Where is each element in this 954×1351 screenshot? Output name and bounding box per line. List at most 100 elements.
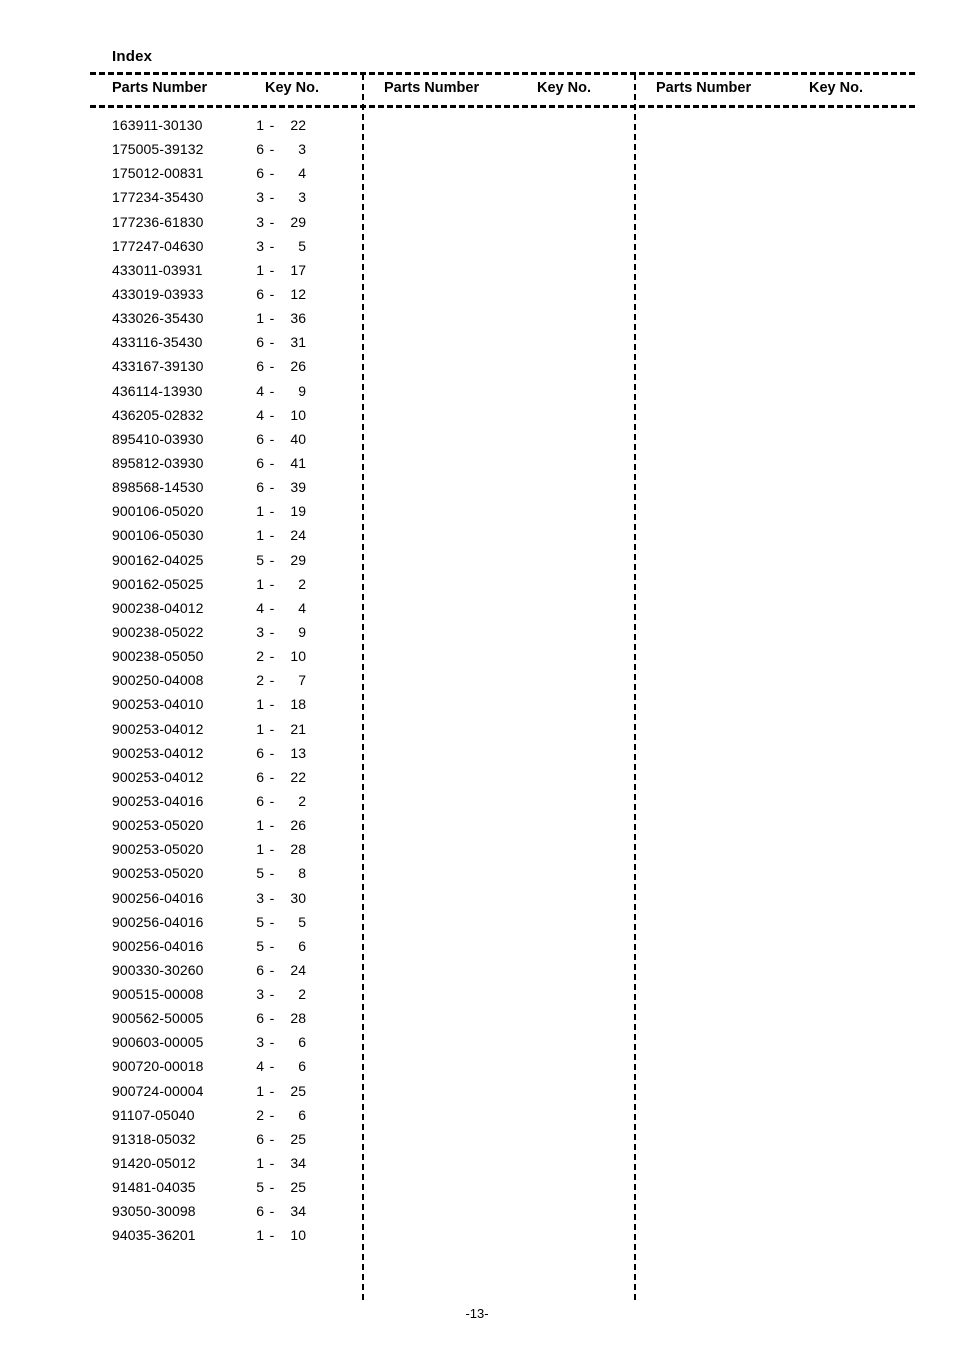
key-figure-number: 6 xyxy=(256,1203,264,1220)
key-figure-number: 6 xyxy=(256,792,264,809)
index-row: 177236-61830 3-29 xyxy=(90,214,362,238)
parts-number-value: 175012-00831 xyxy=(112,165,204,182)
key-no-value: 4-4 xyxy=(250,600,322,616)
column-1-parts-number-header: Parts Number xyxy=(112,80,208,96)
parts-number-value: 177247-04630 xyxy=(112,237,204,254)
key-separator-dash: - xyxy=(269,454,275,471)
key-no-value: 6-12 xyxy=(250,286,322,302)
key-no-value: 1-28 xyxy=(250,841,322,857)
key-separator-dash: - xyxy=(269,817,275,834)
key-item-number: 29 xyxy=(290,551,306,568)
column-divider-1 xyxy=(362,74,364,1300)
key-no-value: 2-10 xyxy=(250,648,322,664)
key-item-number: 10 xyxy=(290,648,306,665)
key-no-value: 5-29 xyxy=(250,552,322,568)
key-no-value: 1-17 xyxy=(250,262,322,278)
key-figure-number: 3 xyxy=(256,889,264,906)
key-no-value: 6-31 xyxy=(250,334,322,350)
key-item-number: 24 xyxy=(290,961,306,978)
key-separator-dash: - xyxy=(269,768,275,785)
page-number-footer: -13- xyxy=(465,1306,489,1321)
key-separator-dash: - xyxy=(269,430,275,447)
index-row: 900253-04010 1-18 xyxy=(90,696,362,720)
key-figure-number: 6 xyxy=(256,1010,264,1027)
key-separator-dash: - xyxy=(269,406,275,423)
key-separator-dash: - xyxy=(269,1058,275,1075)
key-item-number: 3 xyxy=(298,141,306,158)
key-separator-dash: - xyxy=(269,696,275,713)
key-separator-dash: - xyxy=(269,551,275,568)
column-3-parts-number-header: Parts Number xyxy=(656,80,752,96)
key-no-value: 3- 9 xyxy=(250,624,322,640)
key-figure-number: 2 xyxy=(256,1106,264,1123)
key-no-value: 6-39 xyxy=(250,479,322,495)
key-no-value: 1-22 xyxy=(250,117,322,133)
key-figure-number: 6 xyxy=(256,358,264,375)
parts-number-value: 900162-05025 xyxy=(112,575,204,592)
index-row: 900162-05025 1- 2 xyxy=(90,576,362,600)
key-figure-number: 1 xyxy=(256,1227,264,1244)
key-no-value: 4- 6 xyxy=(250,1058,322,1074)
column-divider-2 xyxy=(634,74,636,1300)
key-separator-dash: - xyxy=(269,503,275,520)
index-row: 177234-35430 3-3 xyxy=(90,189,362,213)
index-row: 900253-05020 5- 8 xyxy=(90,865,362,889)
key-figure-number: 4 xyxy=(256,599,264,616)
key-no-value: 1-21 xyxy=(250,721,322,737)
index-row: 900562-50005 6-28 xyxy=(90,1010,362,1034)
index-row: 93050-30098 6-34 xyxy=(90,1203,362,1227)
key-figure-number: 6 xyxy=(256,165,264,182)
parts-number-value: 900603-00005 xyxy=(112,1034,204,1051)
key-item-number: 22 xyxy=(290,117,306,133)
key-no-value: 1-26 xyxy=(250,817,322,833)
key-figure-number: 6 xyxy=(256,961,264,978)
key-figure-number: 1 xyxy=(256,1155,264,1172)
index-row: 898568-14530 6-39 xyxy=(90,479,362,503)
parts-number-value: 436114-13930 xyxy=(112,382,203,399)
key-figure-number: 5 xyxy=(256,913,264,930)
key-figure-number: 2 xyxy=(256,648,264,665)
key-no-value: 6- 4 xyxy=(250,165,322,181)
key-no-value: 5- 8 xyxy=(250,865,322,881)
parts-number-value: 900238-04012 xyxy=(112,599,204,616)
key-separator-dash: - xyxy=(269,334,275,351)
key-figure-number: 1 xyxy=(256,841,264,858)
key-no-value: 5-5 xyxy=(250,914,322,930)
key-separator-dash: - xyxy=(269,1082,275,1099)
key-item-number: 4 xyxy=(298,599,306,616)
index-row: 175012-00831 6- 4 xyxy=(90,165,362,189)
parts-number-value: 93050-30098 xyxy=(112,1203,196,1220)
key-item-number: 36 xyxy=(290,310,306,327)
parts-number-value: 900162-04025 xyxy=(112,551,204,568)
key-figure-number: 6 xyxy=(256,430,264,447)
index-row: 900515-00008 3- 2 xyxy=(90,986,362,1010)
parts-number-value: 900253-04012 xyxy=(112,744,204,761)
key-item-number: 19 xyxy=(290,503,306,520)
key-no-value: 1-24 xyxy=(250,527,322,543)
key-item-number: 5 xyxy=(298,913,306,930)
index-row: 895410-03930 6-40 xyxy=(90,431,362,455)
key-separator-dash: - xyxy=(269,672,275,689)
parts-number-value: 900253-04012 xyxy=(112,768,204,785)
key-separator-dash: - xyxy=(269,285,275,302)
index-row: 91420-05012 1-34 xyxy=(90,1155,362,1179)
parts-number-value: 91481-04035 xyxy=(112,1179,196,1196)
key-figure-number: 3 xyxy=(256,237,264,254)
key-separator-dash: - xyxy=(269,358,275,375)
index-row: 900106-05030 1-24 xyxy=(90,527,362,551)
key-separator-dash: - xyxy=(269,1227,275,1244)
column-1-header: Parts Number Key No. xyxy=(90,72,362,105)
key-separator-dash: - xyxy=(269,1010,275,1027)
key-figure-number: 3 xyxy=(256,1034,264,1051)
key-separator-dash: - xyxy=(269,792,275,809)
key-no-value: 6-41 xyxy=(250,455,322,471)
index-row: 900238-05050 2-10 xyxy=(90,648,362,672)
key-no-value: 4-10 xyxy=(250,407,322,423)
index-row: 900256-04016 5-5 xyxy=(90,914,362,938)
key-item-number: 7 xyxy=(298,672,306,689)
parts-number-value: 900256-04016 xyxy=(112,889,204,906)
index-column-2: Parts Number Key No. xyxy=(362,72,634,117)
key-no-value: 6-25 xyxy=(250,1131,322,1147)
index-row: 433011-03931 1-17 xyxy=(90,262,362,286)
parts-number-value: 436205-02832 xyxy=(112,406,204,423)
